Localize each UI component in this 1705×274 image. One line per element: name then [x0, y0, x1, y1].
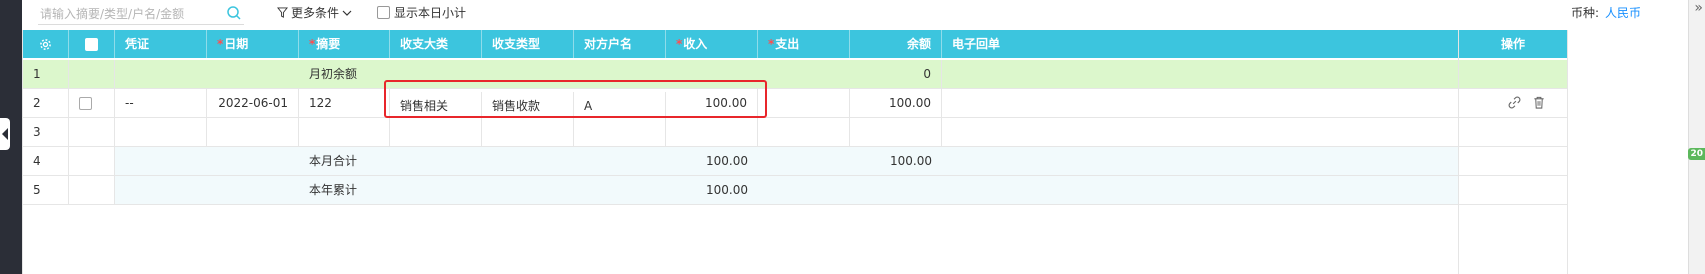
header-category: 收支大类: [390, 30, 482, 58]
row-category[interactable]: [390, 118, 482, 146]
currency-label: 币种:: [1570, 6, 1599, 20]
search-icon[interactable]: [226, 5, 242, 21]
empty-cell: [115, 176, 299, 204]
row-summary[interactable]: 122: [299, 89, 390, 117]
row-summary: 本月合计: [299, 147, 666, 175]
row-receipt: [942, 60, 1459, 88]
row-expense: [758, 147, 850, 175]
row-balance: 100.00: [850, 89, 942, 117]
row-index: 5: [23, 176, 69, 204]
operation-column: 操作: [1458, 30, 1568, 274]
select-all-cell[interactable]: [69, 30, 115, 58]
header-income: *收入: [666, 30, 758, 58]
row-select-cell[interactable]: [69, 89, 115, 117]
row-type[interactable]: [482, 118, 574, 146]
operation-cell: [1459, 176, 1567, 205]
row-income: 100.00: [666, 147, 758, 175]
header-receipt: 电子回单: [952, 37, 1001, 51]
select-all-checkbox[interactable]: [85, 38, 98, 51]
header-summary-label: 摘要: [316, 37, 341, 51]
header-expense-label: 支出: [775, 37, 800, 51]
column-settings[interactable]: [23, 30, 69, 58]
header-voucher: 凭证: [115, 30, 207, 58]
header-type: 收支类型: [482, 30, 574, 58]
table-row: 5 本年累计 100.00: [23, 176, 1459, 205]
right-scroll-strip: »: [1688, 0, 1705, 274]
row-actions: [1508, 96, 1545, 109]
row-index: 2: [23, 89, 69, 117]
row-counterparty[interactable]: [574, 118, 666, 146]
required-marker: *: [217, 37, 224, 51]
operation-cell: [1459, 60, 1567, 89]
operation-header: 操作: [1459, 30, 1567, 58]
row-income[interactable]: [666, 118, 758, 146]
header-date: *日期: [207, 30, 299, 58]
currency-value-link[interactable]: 人民币: [1605, 6, 1641, 20]
table-row[interactable]: 3: [23, 118, 1459, 147]
row-voucher[interactable]: [115, 118, 207, 146]
row-index: 4: [23, 147, 69, 175]
gear-icon[interactable]: [39, 38, 52, 51]
delete-icon[interactable]: [1533, 96, 1545, 109]
row-balance: [850, 118, 942, 146]
row-receipt: [942, 147, 1459, 175]
row-date[interactable]: [207, 118, 299, 146]
close-panel-icon[interactable]: »: [1694, 0, 1703, 16]
row-checkbox[interactable]: [79, 97, 92, 110]
required-marker: *: [676, 37, 683, 51]
header-operation: 操作: [1500, 37, 1525, 51]
header-counterparty: 对方户名: [574, 30, 666, 58]
operation-cell: [1459, 89, 1567, 118]
daily-subtotal-checkbox[interactable]: [377, 6, 390, 19]
row-index: 1: [23, 60, 69, 88]
empty-cell: [115, 60, 299, 88]
more-conditions-label: 更多条件: [291, 6, 340, 20]
row-select-cell: [69, 118, 115, 146]
header-summary: *摘要: [299, 30, 390, 58]
collapse-sidebar-handle[interactable]: [0, 118, 10, 150]
ledger-table: 凭证 *日期 *摘要 收支大类 收支类型 对方户名 *收入 *支出 余额 电子回…: [22, 30, 1459, 274]
required-marker: *: [768, 37, 775, 51]
daily-subtotal-label: 显示本日小计: [394, 6, 467, 20]
row-expense[interactable]: [758, 89, 850, 117]
row-receipt[interactable]: [942, 89, 1459, 117]
highlight-box: [384, 80, 767, 118]
operation-cell: [1459, 147, 1567, 176]
row-select-cell: [69, 60, 115, 88]
header-date-label: 日期: [224, 37, 249, 51]
row-select-cell: [69, 176, 115, 204]
table-row: 4 本月合计 100.00 100.00: [23, 147, 1459, 176]
daily-subtotal-toggle[interactable]: 显示本日小计: [377, 4, 466, 21]
row-receipt: [942, 176, 1459, 204]
header-income-label: 收入: [683, 37, 708, 51]
side-badge[interactable]: 20: [1688, 148, 1705, 160]
row-income: 100.00: [666, 176, 758, 204]
chevron-down-icon: [342, 10, 352, 16]
row-expense[interactable]: [758, 118, 850, 146]
header-expense: *支出: [758, 30, 850, 58]
row-date[interactable]: 2022-06-01: [207, 89, 299, 117]
search-input[interactable]: [38, 2, 222, 26]
row-balance: 0: [850, 60, 942, 88]
search-box: [38, 2, 244, 26]
row-select-cell: [69, 147, 115, 175]
operation-cell: [1459, 118, 1567, 147]
more-conditions-button[interactable]: 更多条件: [277, 4, 352, 21]
header-balance: 余额: [850, 30, 942, 58]
row-summary: 本年累计: [299, 176, 666, 204]
table-header: 凭证 *日期 *摘要 收支大类 收支类型 对方户名 *收入 *支出 余额 电子回…: [23, 30, 1459, 58]
toolbar: 更多条件 显示本日小计 币种: 人民币: [22, 0, 1689, 30]
row-index: 3: [23, 118, 69, 146]
row-voucher[interactable]: --: [115, 89, 207, 117]
row-summary[interactable]: [299, 118, 390, 146]
required-marker: *: [309, 37, 316, 51]
link-icon[interactable]: [1508, 96, 1521, 109]
currency-selector: 币种: 人民币: [1571, 4, 1641, 21]
filter-icon: [277, 7, 288, 18]
row-receipt[interactable]: [942, 118, 1459, 146]
row-expense: [758, 176, 942, 204]
chevron-left-icon: [2, 128, 8, 140]
empty-cell: [115, 147, 299, 175]
row-balance: 100.00: [850, 147, 942, 175]
